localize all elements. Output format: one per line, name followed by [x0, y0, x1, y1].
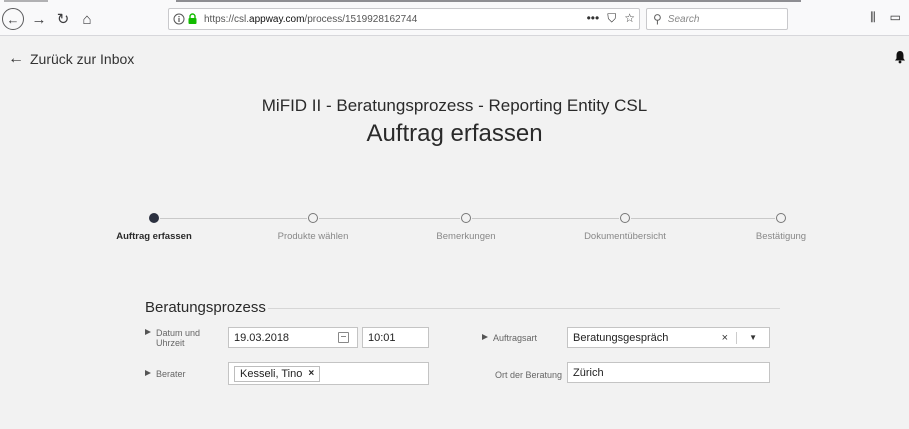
datum-label: Datum und Uhrzeit — [145, 328, 200, 348]
step-label-produkte-waehlen[interactable]: Produkte wählen — [278, 231, 349, 242]
more-actions-icon[interactable]: ••• — [587, 11, 600, 26]
step-label-bemerkungen[interactable]: Bemerkungen — [436, 231, 495, 242]
ort-label: Ort der Beratung — [495, 370, 563, 380]
tab-indicator — [4, 0, 48, 2]
url-domain: appway.com — [249, 13, 305, 25]
forward-icon[interactable]: → — [28, 8, 50, 30]
url-text: https://csl.appway.com/process/151992816… — [204, 14, 417, 25]
step-dot-bestaetigung[interactable] — [776, 213, 786, 223]
tab-strip — [0, 0, 909, 4]
back-to-inbox-link[interactable]: ← Zurück zur Inbox — [8, 50, 134, 68]
pocket-icon[interactable]: ⛉ — [607, 11, 616, 26]
step-dot-bemerkungen[interactable] — [461, 213, 471, 223]
url-path: /process/1519928162744 — [304, 13, 418, 25]
search-placeholder: Search — [667, 13, 700, 25]
progress-stepper: Auftrag erfassen Produkte wählen Bemerku… — [0, 208, 909, 248]
browser-toolbar: ← → ↻ ⌂ https://csl.appway.com/process/1… — [0, 0, 909, 36]
berater-field[interactable]: Kesseli, Tino × — [228, 362, 429, 385]
calendar-icon[interactable] — [338, 332, 349, 343]
time-value: 10:01 — [368, 331, 396, 344]
back-icon[interactable]: ← — [2, 8, 24, 30]
url-bar[interactable]: https://csl.appway.com/process/151992816… — [168, 8, 640, 30]
ort-field[interactable]: Zürich — [567, 362, 770, 383]
url-prefix: https://csl. — [204, 13, 250, 25]
section-divider — [268, 308, 780, 309]
field-marker-icon — [482, 334, 488, 340]
sidebar-icon[interactable]: ▭ — [890, 10, 901, 25]
step-label-bestaetigung[interactable]: Bestätigung — [756, 231, 806, 242]
auftragsart-select[interactable]: Beratungsgespräch × ▼ — [567, 327, 770, 348]
auftragsart-label: Auftragsart — [482, 333, 537, 343]
berater-label-text: Berater — [156, 369, 186, 379]
bookmark-star-icon[interactable]: ☆ — [624, 11, 635, 26]
datum-label-line1: Datum und — [156, 328, 201, 338]
date-field[interactable]: 19.03.2018 — [228, 327, 358, 348]
ort-value: Zürich — [573, 366, 604, 379]
step-dot-produkte-waehlen[interactable] — [308, 213, 318, 223]
field-marker-icon — [145, 329, 151, 335]
step-label-dokumentuebersicht[interactable]: Dokumentübersicht — [584, 231, 666, 242]
arrow-left-icon: ← — [8, 50, 24, 67]
chevron-down-icon[interactable]: ▼ — [737, 333, 769, 342]
step-dot-auftrag-erfassen[interactable] — [149, 213, 159, 223]
berater-chip: Kesseli, Tino × — [234, 365, 321, 382]
search-icon: ⚲ — [653, 12, 662, 26]
step-label-auftrag-erfassen[interactable]: Auftrag erfassen — [116, 231, 192, 242]
step-connector — [319, 218, 460, 219]
reload-icon[interactable]: ↻ — [52, 8, 74, 30]
step-dot-dokumentuebersicht[interactable] — [620, 213, 630, 223]
step-connector — [160, 218, 307, 219]
lock-icon[interactable] — [187, 13, 198, 25]
field-marker-icon — [145, 370, 151, 376]
berater-chip-label: Kesseli, Tino — [240, 367, 303, 380]
section-title: Beratungsprozess — [145, 299, 266, 316]
bell-icon[interactable] — [894, 50, 906, 67]
page-title: Auftrag erfassen — [366, 120, 543, 147]
berater-label: Berater — [145, 369, 186, 379]
back-link-label: Zurück zur Inbox — [30, 51, 135, 67]
search-input[interactable]: ⚲ Search — [646, 8, 788, 30]
home-icon[interactable]: ⌂ — [76, 8, 98, 30]
date-value: 19.03.2018 — [234, 331, 290, 344]
clear-selection-icon[interactable]: × — [714, 331, 738, 344]
time-field[interactable]: 10:01 — [362, 327, 429, 348]
info-icon[interactable] — [173, 13, 185, 25]
step-connector — [631, 218, 775, 219]
step-connector — [472, 218, 619, 219]
active-tab-indicator — [176, 0, 801, 2]
auftragsart-label-text: Auftragsart — [493, 333, 538, 343]
datum-label-line2: Uhrzeit — [156, 338, 185, 348]
process-subtitle: MiFID II - Beratungsprozess - Reporting … — [261, 96, 648, 115]
chip-remove-icon[interactable]: × — [308, 368, 314, 379]
auftragsart-value: Beratungsgespräch — [573, 331, 669, 344]
library-icon[interactable]: ⫼ — [870, 10, 876, 25]
